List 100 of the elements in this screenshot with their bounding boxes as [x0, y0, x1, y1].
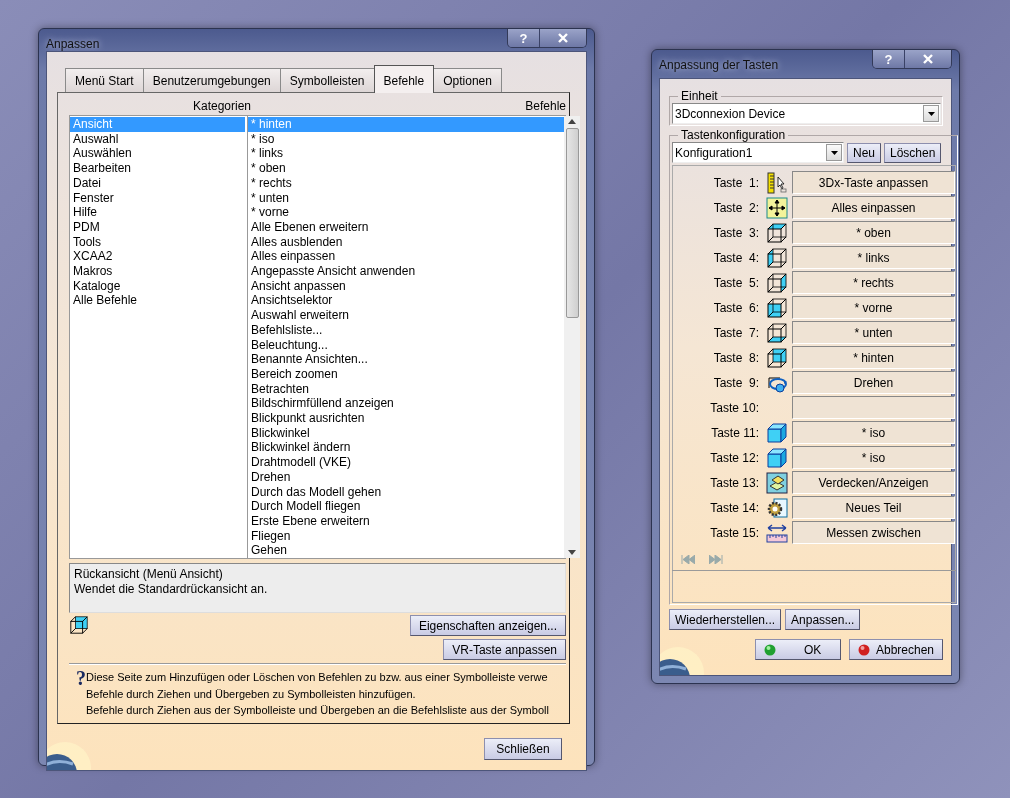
command-item[interactable]: Bereich zoomen — [248, 366, 564, 382]
command-item[interactable]: Befehlsliste... — [248, 322, 564, 338]
command-item[interactable]: Durch Modell fliegen — [248, 499, 564, 514]
key-command-button[interactable]: * oben — [792, 221, 955, 244]
key-label: Taste 11: — [710, 425, 759, 440]
command-item[interactable]: * oben — [248, 161, 564, 176]
key-command-button[interactable]: * links — [792, 246, 955, 269]
command-item[interactable]: * unten — [248, 190, 564, 206]
action-button[interactable]: Eigenschaften anzeigen... — [409, 615, 566, 636]
command-item[interactable]: Ansichtselektor — [248, 293, 564, 309]
scroll-down-icon[interactable] — [568, 550, 576, 556]
close-dialog-button[interactable]: Schließen — [484, 737, 562, 760]
key-label: Taste 7: — [712, 325, 759, 340]
category-item[interactable]: PDM — [70, 219, 245, 235]
footer-button[interactable]: Wiederherstellen... — [669, 609, 782, 630]
config-button[interactable]: Neu — [847, 142, 881, 163]
category-item[interactable]: Auswählen — [70, 146, 245, 162]
command-item[interactable]: Drahtmodell (VKE) — [248, 455, 564, 470]
category-item[interactable]: XCAA2 — [70, 249, 245, 265]
scrollbar[interactable] — [564, 116, 580, 559]
dropdown-arrow-icon[interactable] — [830, 150, 838, 155]
category-item[interactable]: Auswahl — [70, 131, 245, 147]
tab[interactable]: Symbolleisten — [279, 68, 375, 92]
ok-button[interactable]: OK — [754, 639, 841, 660]
window-title: Anpassung der Tasten — [659, 58, 779, 72]
tab[interactable]: Benutzerumgebungen — [142, 68, 281, 92]
command-item[interactable]: Betrachten — [248, 381, 564, 397]
tab[interactable]: Optionen — [433, 68, 502, 92]
key-command-button[interactable]: 3Dx-Taste anpassen — [792, 171, 955, 194]
key-command-button[interactable]: * rechts — [792, 271, 955, 294]
command-item[interactable]: Blickpunkt ausrichten — [248, 411, 564, 426]
key-command-button[interactable]: * vorne — [792, 296, 955, 319]
command-item[interactable]: Alle Ebenen erweitern — [248, 219, 564, 235]
ball-icon — [857, 643, 870, 656]
window-title: Anpassen — [46, 37, 100, 51]
command-item[interactable]: Auswahl erweitern — [248, 308, 564, 323]
command-item[interactable]: Beleuchtung... — [248, 337, 564, 353]
command-item[interactable]: Gehen — [248, 543, 564, 559]
command-item[interactable]: Blickwinkel — [248, 425, 564, 441]
command-item[interactable]: Ansicht anpassen — [248, 278, 564, 294]
device-dropdown[interactable]: 3Dconnexion Device — [672, 103, 941, 124]
command-item[interactable]: Alles ausblenden — [248, 234, 564, 250]
category-item[interactable]: Makros — [70, 264, 245, 279]
category-item[interactable]: Fenster — [70, 190, 245, 206]
ball-icon — [763, 643, 776, 656]
move-arrows-icon — [766, 196, 788, 219]
command-item[interactable]: Erste Ebene erweitern — [248, 514, 564, 529]
key-command-button[interactable]: Neues Teil — [792, 496, 955, 519]
action-button[interactable]: VR-Taste anpassen — [443, 639, 566, 660]
key-command-button[interactable]: * unten — [792, 321, 955, 344]
key-command-button[interactable]: * hinten — [792, 346, 955, 369]
category-item[interactable]: Kataloge — [70, 278, 245, 294]
key-label: Taste 12: — [709, 450, 759, 465]
key-command-button[interactable]: Drehen — [792, 371, 955, 394]
command-item[interactable]: Fliegen — [248, 528, 564, 544]
footer-button[interactable]: Anpassen... — [785, 609, 861, 630]
tab[interactable]: Menü Start — [65, 68, 144, 92]
category-item[interactable]: Alle Befehle — [70, 293, 245, 309]
key-command-button[interactable]: Messen zwischen — [792, 521, 955, 544]
key-label: Taste 1: — [712, 175, 759, 190]
command-item[interactable]: Bildschirmfüllend anzeigen — [248, 396, 564, 412]
tab[interactable]: Befehle — [373, 65, 435, 93]
close-button[interactable] — [540, 29, 586, 47]
key-command-button[interactable]: Verdecken/Anzeigen — [792, 471, 955, 494]
cube-icon — [766, 296, 788, 319]
command-item[interactable]: Alles einpassen — [248, 249, 564, 265]
cube-icon — [766, 246, 788, 269]
dropdown-arrow-icon[interactable] — [927, 111, 935, 116]
category-item[interactable]: Datei — [70, 175, 245, 191]
command-item[interactable]: Blickwinkel ändern — [248, 440, 564, 456]
command-item[interactable]: Durch das Modell gehen — [248, 484, 564, 500]
scrollbar-thumb[interactable] — [565, 128, 579, 318]
key-label: Taste 9: — [712, 375, 759, 390]
key-label: Taste 15: — [709, 525, 759, 540]
category-item[interactable]: Tools — [70, 234, 245, 250]
key-label: Taste 4: — [712, 250, 759, 265]
close-button[interactable] — [905, 50, 951, 68]
scroll-up-icon[interactable] — [568, 119, 576, 124]
help-text: Befehle durch Ziehen aus der Symbolleiste und Übergeben an die Befehlsliste aus der Symboll — [86, 703, 549, 718]
key-command-button[interactable]: Alles einpassen — [792, 196, 955, 219]
command-item[interactable]: * iso — [248, 131, 564, 147]
cube-icon — [766, 321, 788, 344]
category-item[interactable]: Hilfe — [70, 205, 245, 220]
cancel-button[interactable]: Abbrechen — [848, 639, 943, 660]
command-item[interactable]: Benannte Ansichten... — [248, 352, 564, 367]
command-item[interactable]: Drehen — [248, 469, 564, 485]
command-item[interactable]: Angepasste Ansicht anwenden — [248, 264, 564, 279]
configuration-dropdown[interactable]: Konfiguration1 — [672, 142, 844, 163]
key-command-button[interactable]: * iso — [792, 446, 955, 469]
config-button[interactable]: Löschen — [884, 142, 942, 163]
help-text: Diese Seite zum Hinzufügen oder Löschen von Befehlen zu bzw. aus einer Symbolleiste verwe — [86, 670, 549, 685]
key-command-button[interactable] — [792, 396, 955, 419]
key-label: Taste 2: — [712, 200, 759, 215]
command-item[interactable]: * vorne — [248, 205, 564, 220]
key-command-button[interactable]: * iso — [792, 421, 955, 444]
category-item[interactable]: Bearbeiten — [70, 161, 245, 176]
command-item[interactable]: * rechts — [248, 175, 564, 191]
command-item[interactable]: * links — [248, 146, 564, 162]
close-icon — [923, 54, 933, 64]
cube-icon — [766, 421, 788, 444]
